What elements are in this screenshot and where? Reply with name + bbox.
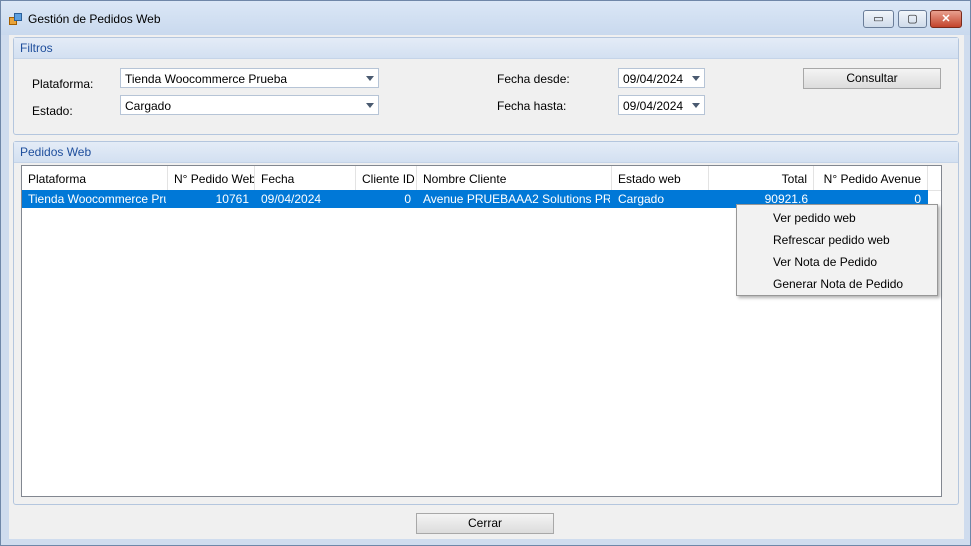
chevron-down-icon	[366, 76, 374, 81]
cell-plataforma: Tienda Woocommerce Pru...	[28, 192, 166, 206]
chevron-down-icon	[692, 76, 700, 81]
fecha-hasta-value: 09/04/2024	[623, 99, 684, 113]
filters-title: Filtros	[20, 41, 53, 55]
menu-item-refrescar-pedido-web[interactable]: Refrescar pedido web	[739, 229, 935, 251]
plataforma-label: Plataforma:	[32, 77, 94, 91]
close-button[interactable]: ✕	[930, 10, 962, 28]
chevron-down-icon	[692, 103, 700, 108]
cell-pedido-web: 10761	[215, 192, 249, 206]
context-menu: Ver pedido web Refrescar pedido web Ver …	[736, 204, 938, 296]
main-window: Gestión de Pedidos Web ▭ ▢ ✕ Filtros Pla…	[0, 0, 971, 546]
column-header-nombre-cliente[interactable]: Nombre Cliente	[417, 166, 612, 190]
cell-cliente-id: 0	[404, 192, 411, 206]
filters-group: Filtros Plataforma: Tienda Woocommerce P…	[13, 37, 959, 135]
menu-item-generar-nota-de-pedido[interactable]: Generar Nota de Pedido	[739, 273, 935, 295]
cell-nombre-cliente: Avenue PRUEBAAA2 Solutions PR...	[423, 192, 610, 206]
menu-item-label: Ver Nota de Pedido	[773, 255, 878, 269]
column-header-cliente-id[interactable]: Cliente ID	[356, 166, 417, 190]
cell-estado-web: Cargado	[618, 192, 665, 206]
menu-item-ver-nota-de-pedido[interactable]: Ver Nota de Pedido	[739, 251, 935, 273]
menu-item-label: Generar Nota de Pedido	[773, 277, 904, 291]
fecha-desde-label: Fecha desde:	[497, 72, 570, 86]
menu-item-label: Refrescar pedido web	[773, 233, 890, 247]
column-header-pedido-web[interactable]: N° Pedido Web	[168, 166, 255, 190]
minimize-button[interactable]: ▭	[863, 10, 894, 28]
fecha-hasta-picker[interactable]: 09/04/2024	[618, 95, 705, 115]
estado-combobox[interactable]: Cargado	[120, 95, 379, 115]
chevron-down-icon	[366, 103, 374, 108]
fecha-desde-value: 09/04/2024	[623, 72, 684, 86]
title-bar[interactable]: Gestión de Pedidos Web ▭ ▢ ✕	[1, 1, 970, 35]
cerrar-button[interactable]: Cerrar	[416, 513, 554, 534]
window-title: Gestión de Pedidos Web	[28, 12, 161, 26]
list-header: Plataforma N° Pedido Web Fecha Cliente I…	[22, 166, 941, 191]
consultar-button[interactable]: Consultar	[803, 68, 941, 89]
cell-fecha: 09/04/2024	[261, 192, 322, 206]
menu-item-label: Ver pedido web	[773, 211, 856, 225]
estado-label: Estado:	[32, 104, 73, 118]
maximize-button[interactable]: ▢	[898, 10, 927, 28]
column-header-fecha[interactable]: Fecha	[255, 166, 356, 190]
menu-item-ver-pedido-web[interactable]: Ver pedido web	[739, 207, 935, 229]
app-icon	[9, 13, 22, 25]
estado-value: Cargado	[125, 99, 172, 113]
plataforma-combobox[interactable]: Tienda Woocommerce Prueba	[120, 68, 379, 88]
column-header-total[interactable]: Total	[709, 166, 814, 190]
column-header-pedido-avenue[interactable]: N° Pedido Avenue	[814, 166, 928, 190]
column-header-plataforma[interactable]: Plataforma	[22, 166, 168, 190]
fecha-desde-picker[interactable]: 09/04/2024	[618, 68, 705, 88]
orders-title: Pedidos Web	[20, 145, 92, 159]
plataforma-value: Tienda Woocommerce Prueba	[125, 72, 288, 86]
fecha-hasta-label: Fecha hasta:	[497, 99, 567, 113]
column-header-estado-web[interactable]: Estado web	[612, 166, 709, 190]
